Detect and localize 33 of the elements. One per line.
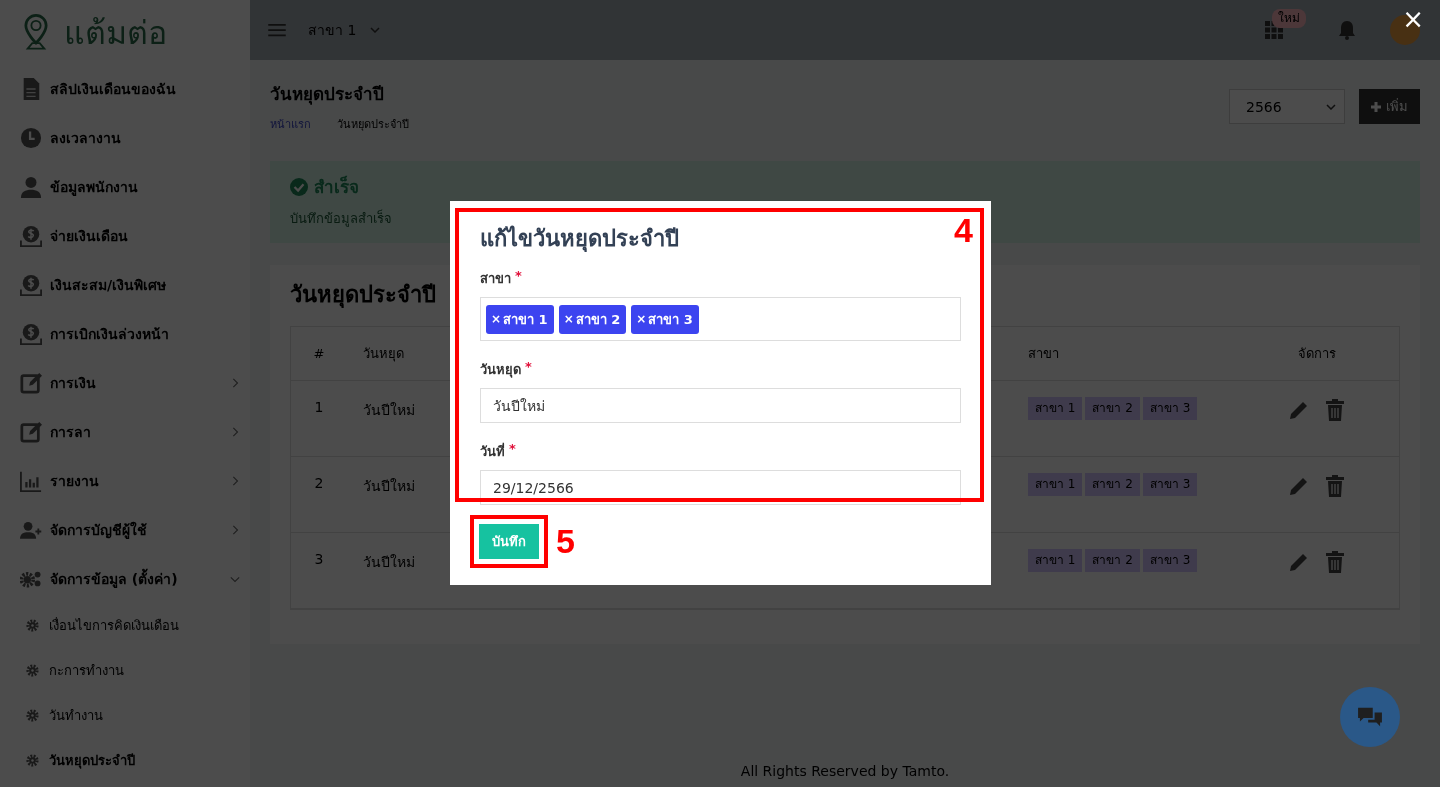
card-title: วันหยุดประจำปี [290,281,436,310]
sidebar-item-label: เงินสะสม/เงินพิเศษ [50,275,168,295]
chat-bubbles-icon [1356,706,1384,728]
sidebar-item-label: จัดการข้อมูล (ตั้งค่า) [50,567,179,590]
breadcrumb-current: วันหยุดประจำปี [337,117,409,133]
step-number: 4 [954,211,973,250]
required-mark: * [515,268,522,285]
required-mark: * [525,359,532,376]
sidebar-item-label: สลิปเงินเดือนของฉัน [50,79,177,99]
required-mark: * [509,441,516,458]
footer-text: All Rights Reserved by Tamto. [739,763,951,779]
logo-text: แต้มต่อ [64,12,167,54]
modal-title: แก้ไขวันหยุดประจำปี [480,224,680,254]
date-field[interactable]: 29/12/2566 [480,470,961,505]
holiday-name-field[interactable]: วันปีใหม่ [480,388,961,423]
selected-branch-tag[interactable]: ×สาขา 1 [486,304,554,334]
field-label: สาขา [480,270,511,288]
selected-branch-tag[interactable]: ×สาขา 2 [558,304,627,334]
close-button[interactable]: × [1396,4,1430,34]
sidebar-item-label: จัดการบัญชีผู้ใช้ [50,520,148,541]
sidebar-item-label: จ่ายเงินเดือน [50,226,129,246]
step-number: 5 [556,522,575,561]
sidebar-item-label: การเบิกเงินล่วงหน้า [50,324,170,344]
page-title: วันหยุดประจำปี [270,83,385,107]
save-button[interactable]: บันทึก [479,524,539,559]
sidebar-item-label: การลา [50,422,92,442]
sidebar-item-label: การเงิน [50,373,97,393]
branch-multiselect[interactable]: ×สาขา 1 ×สาขา 2 ×สาขา 3 [480,297,961,341]
sidebar-item-label: รายงาน [50,471,100,491]
sidebar-item-label: ลงเวลางาน [50,128,122,148]
selected-branch-tag[interactable]: ×สาขา 3 [631,304,699,334]
sidebar-item-label: ข้อมูลพนักงาน [50,177,139,198]
field-label: วันหยุด [480,361,521,380]
